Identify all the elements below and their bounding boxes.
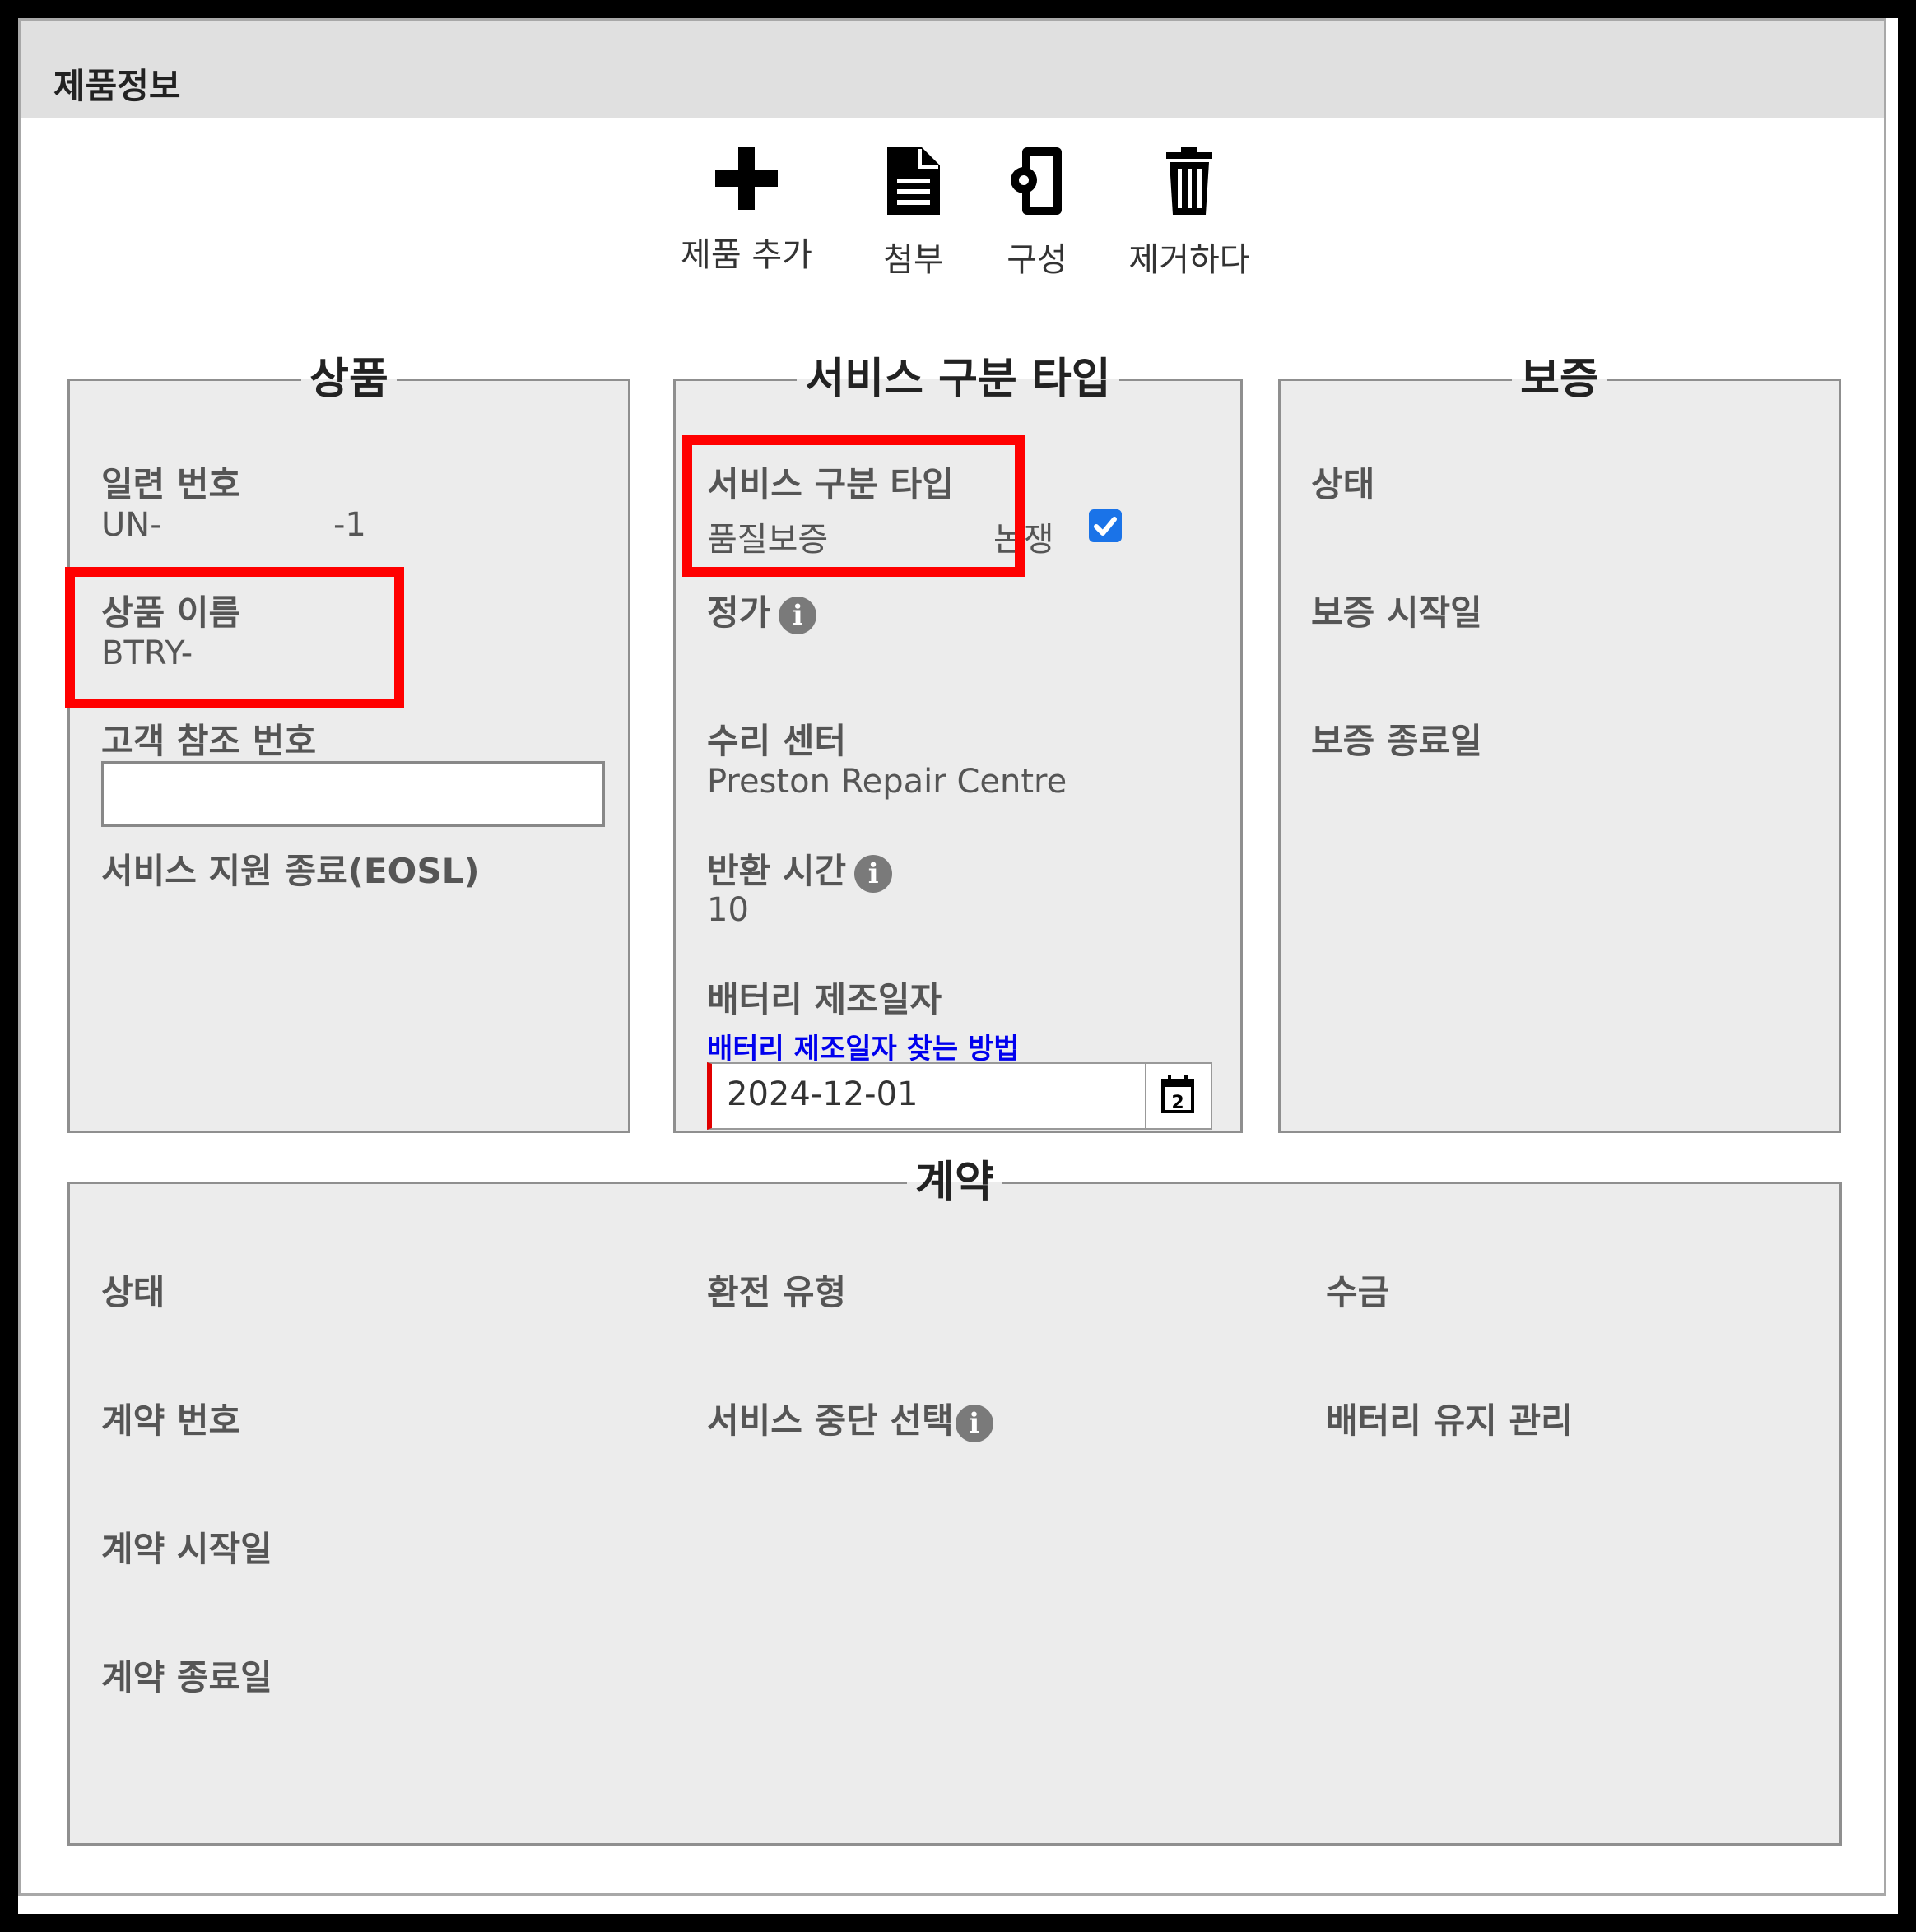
attach-label: 첨부 [883,241,944,279]
eosl-label: 서비스 지원 종료(EOSL) [101,851,480,891]
trash-icon [1166,147,1212,215]
product-info-panel: 제품정보 제품 추가 첨부 구성 제거하다 상품 일련 번호 UN- -1 상품… [18,18,1886,1896]
battery-date-help-link[interactable]: 배터리 제조일자 찾는 방법 [707,1026,1020,1066]
list-price-label: 정가 i [707,585,817,635]
battery-date-label: 배터리 제조일자 [707,979,942,1019]
info-icon[interactable]: i [854,854,893,893]
product-name-value: BTRY- [101,634,193,672]
attach-button[interactable]: 첨부 [852,144,975,281]
add-product-button[interactable]: 제품 추가 [664,144,829,276]
contract-number-label: 계약 번호 [101,1400,241,1441]
contract-start-label: 계약 시작일 [101,1529,272,1569]
turnaround-value: 10 [707,891,749,929]
serial-number-suffix: -1 [333,506,366,544]
warranty-legend: 보증 [1520,355,1599,404]
configure-button[interactable]: 구성 [975,144,1099,281]
panel-title: 제품정보 [53,66,181,106]
calendar-icon: 2 [1161,1075,1194,1113]
dispute-checkbox[interactable] [1089,509,1122,542]
add-product-label: 제품 추가 [681,236,812,274]
warranty-end-label: 보증 종료일 [1311,721,1482,761]
warranty-status-label: 상태 [1311,464,1375,504]
info-icon[interactable]: i [779,596,817,634]
billing-label: 수금 [1326,1272,1390,1312]
service-stop-label: 서비스 중단 선택 i [707,1393,993,1443]
product-name-label: 상품 이름 [101,592,241,633]
repair-center-value: Preston Repair Centre [707,763,1067,801]
contract-end-label: 계약 종료일 [101,1657,272,1697]
serial-number-prefix: UN- [101,506,162,544]
plus-icon [715,147,778,210]
battery-maintenance-label: 배터리 유지 관리 [1326,1400,1573,1441]
service-type-legend: 서비스 구분 타입 [805,355,1111,404]
battery-date-input[interactable]: 2024-12-01 2 [707,1062,1212,1130]
warranty-start-label: 보증 시작일 [1311,592,1482,633]
customer-ref-label: 고객 참조 번호 [101,721,317,761]
refund-type-label: 환전 유형 [707,1272,847,1312]
phone-gear-icon [1011,147,1062,215]
service-type-value: 품질보증 [707,521,829,559]
repair-center-label: 수리 센터 [707,721,847,761]
turnaround-label: 반환 시간 i [707,843,893,894]
remove-label: 제거하다 [1128,241,1250,279]
configure-label: 구성 [1007,241,1067,279]
calendar-button[interactable]: 2 [1145,1064,1211,1128]
panel-header: 제품정보 [21,21,1884,118]
dispute-label: 논쟁 [993,521,1054,559]
product-legend: 상품 [309,355,388,404]
check-icon [1094,517,1117,536]
contract-status-label: 상태 [101,1272,165,1312]
serial-number-label: 일련 번호 [101,464,241,504]
info-icon[interactable]: i [955,1404,993,1442]
svg-text:2: 2 [1171,1093,1184,1113]
remove-button[interactable]: 제거하다 [1099,144,1280,281]
contract-fieldset: 계약 [67,1161,1842,1846]
customer-ref-input[interactable] [101,761,605,827]
document-icon [887,147,940,215]
contract-legend: 계약 [915,1158,994,1207]
service-type-label: 서비스 구분 타입 [707,464,954,504]
battery-date-value: 2024-12-01 [727,1075,918,1113]
